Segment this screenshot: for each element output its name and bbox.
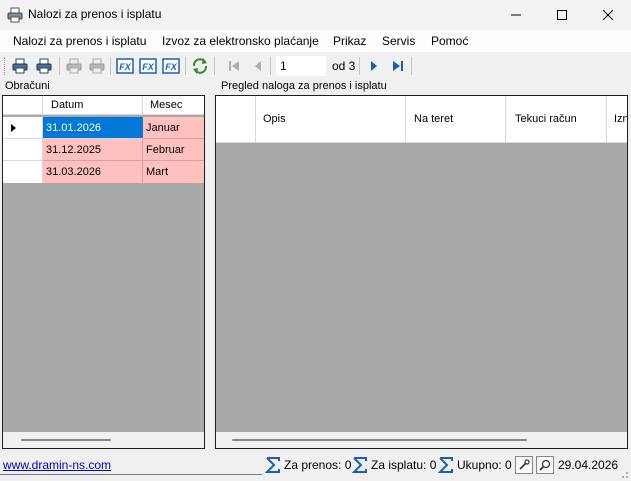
resize-grip-icon[interactable] — [619, 469, 629, 479]
column-header-opis[interactable]: Opis — [256, 96, 406, 143]
fx-export-icon: FX — [162, 58, 180, 74]
export-fx-button-1[interactable]: FX — [115, 56, 135, 76]
toolbar-separator — [359, 57, 360, 75]
toolbar-separator — [185, 57, 186, 75]
toolbar-separator — [59, 57, 60, 75]
toolbar-separator — [110, 57, 111, 75]
wrench-icon — [519, 459, 530, 470]
table-cell-datum[interactable]: 31.01.2026 — [43, 117, 143, 139]
search-button[interactable] — [536, 456, 554, 474]
print-icon — [89, 58, 105, 74]
column-header-tekuci-racun[interactable]: Tekuci račun — [506, 96, 607, 143]
status-za-prenos: Za prenos: 0 — [284, 458, 352, 472]
page-number-input[interactable] — [276, 56, 326, 76]
search-icon — [539, 459, 551, 471]
toolbar-separator — [411, 57, 412, 75]
last-page-icon — [393, 61, 403, 71]
export-fx-button-2[interactable]: FX — [138, 56, 158, 76]
row-header[interactable] — [3, 139, 43, 161]
print-disabled-button[interactable] — [64, 56, 84, 76]
menu-pomoc[interactable]: Pomoć — [431, 34, 468, 48]
row-header[interactable] — [3, 161, 43, 183]
column-header-datum[interactable]: Datum — [43, 96, 143, 115]
previous-page-icon — [255, 61, 261, 71]
maximize-button[interactable] — [539, 0, 585, 30]
column-header-na-teret[interactable]: Na teret — [406, 96, 506, 143]
close-icon — [603, 10, 613, 20]
print-icon — [36, 58, 52, 74]
fx-export-icon: FX — [116, 58, 134, 74]
print-disabled-button-2[interactable] — [87, 56, 107, 76]
first-page-button[interactable] — [224, 56, 244, 76]
scrollbar-thumb[interactable] — [21, 439, 111, 441]
sigma-icon — [264, 456, 281, 474]
table-cell-datum[interactable]: 31.12.2025 — [43, 139, 143, 161]
obracuni-grid-header: Datum Mesec — [3, 96, 204, 115]
current-row-arrow-icon — [11, 124, 16, 132]
table-cell-mesec[interactable]: Mart — [143, 161, 204, 183]
maximize-icon — [557, 10, 567, 20]
toolbar-separator — [214, 57, 215, 75]
horizontal-scrollbar[interactable] — [3, 432, 204, 448]
sigma-icon — [351, 456, 368, 474]
svg-text:FX: FX — [119, 62, 131, 72]
obracuni-grid[interactable]: Datum Mesec 31.01.2026 Januar 31.12.2025… — [2, 95, 205, 449]
print-preview-button[interactable] — [34, 56, 54, 76]
refresh-button[interactable] — [190, 56, 210, 76]
page-count-label: od 3 — [332, 59, 356, 73]
fx-export-icon: FX — [139, 58, 157, 74]
app-printer-icon — [7, 7, 23, 23]
menu-nalozi[interactable]: Nalozi za prenos i isplatu — [13, 34, 146, 48]
nalozi-grid[interactable]: Opis Na teret Tekuci račun Izn — [215, 95, 628, 449]
toolbar-grip — [4, 57, 7, 75]
tools-button[interactable] — [515, 456, 533, 474]
scrollbar-thumb[interactable] — [232, 439, 527, 441]
right-panel-title: Pregled naloga za prenos i isplatu — [221, 80, 387, 92]
sigma-icon — [437, 456, 454, 474]
status-za-isplatu: Za isplatu: 0 — [371, 458, 437, 472]
menu-servis[interactable]: Servis — [382, 34, 415, 48]
last-page-button[interactable] — [388, 56, 408, 76]
previous-page-button[interactable] — [248, 56, 268, 76]
row-header-corner — [3, 96, 43, 115]
print-icon — [12, 58, 28, 74]
status-ukupno: Ukupno: 0 — [457, 458, 512, 472]
window-title: Nalozi za prenos i isplatu — [28, 7, 162, 21]
first-page-icon — [229, 61, 239, 71]
refresh-icon — [192, 58, 208, 74]
table-cell-mesec[interactable]: Februar — [143, 139, 204, 161]
table-cell-mesec[interactable]: Januar — [143, 117, 204, 139]
export-fx-button-3[interactable]: FX — [161, 56, 181, 76]
status-divider — [0, 474, 262, 475]
menu-izvoz[interactable]: Izvoz za elektronsko plaćanje — [162, 34, 319, 48]
svg-text:FX: FX — [142, 62, 154, 72]
next-page-button[interactable] — [364, 56, 384, 76]
toolbar-separator — [270, 57, 271, 75]
minimize-button[interactable] — [493, 0, 539, 30]
website-link[interactable]: www.dramin-ns.com — [3, 458, 111, 472]
table-cell-datum[interactable]: 31.03.2026 — [43, 161, 143, 183]
menu-prikaz[interactable]: Prikaz — [333, 34, 366, 48]
nalozi-grid-header: Opis Na teret Tekuci račun Izn — [216, 96, 627, 143]
minimize-icon — [511, 14, 521, 16]
close-button[interactable] — [585, 0, 631, 30]
horizontal-scrollbar[interactable] — [216, 432, 627, 448]
row-header[interactable] — [3, 117, 43, 139]
print-icon — [66, 58, 82, 74]
row-header-corner — [216, 96, 256, 143]
next-page-icon — [371, 61, 377, 71]
column-header-iznos[interactable]: Izn — [607, 96, 627, 143]
column-header-mesec[interactable]: Mesec — [143, 96, 204, 115]
left-panel-title: Obračuni — [5, 80, 50, 92]
print-button[interactable] — [10, 56, 30, 76]
status-date: 29.04.2026 — [558, 458, 619, 472]
svg-text:FX: FX — [165, 62, 177, 72]
